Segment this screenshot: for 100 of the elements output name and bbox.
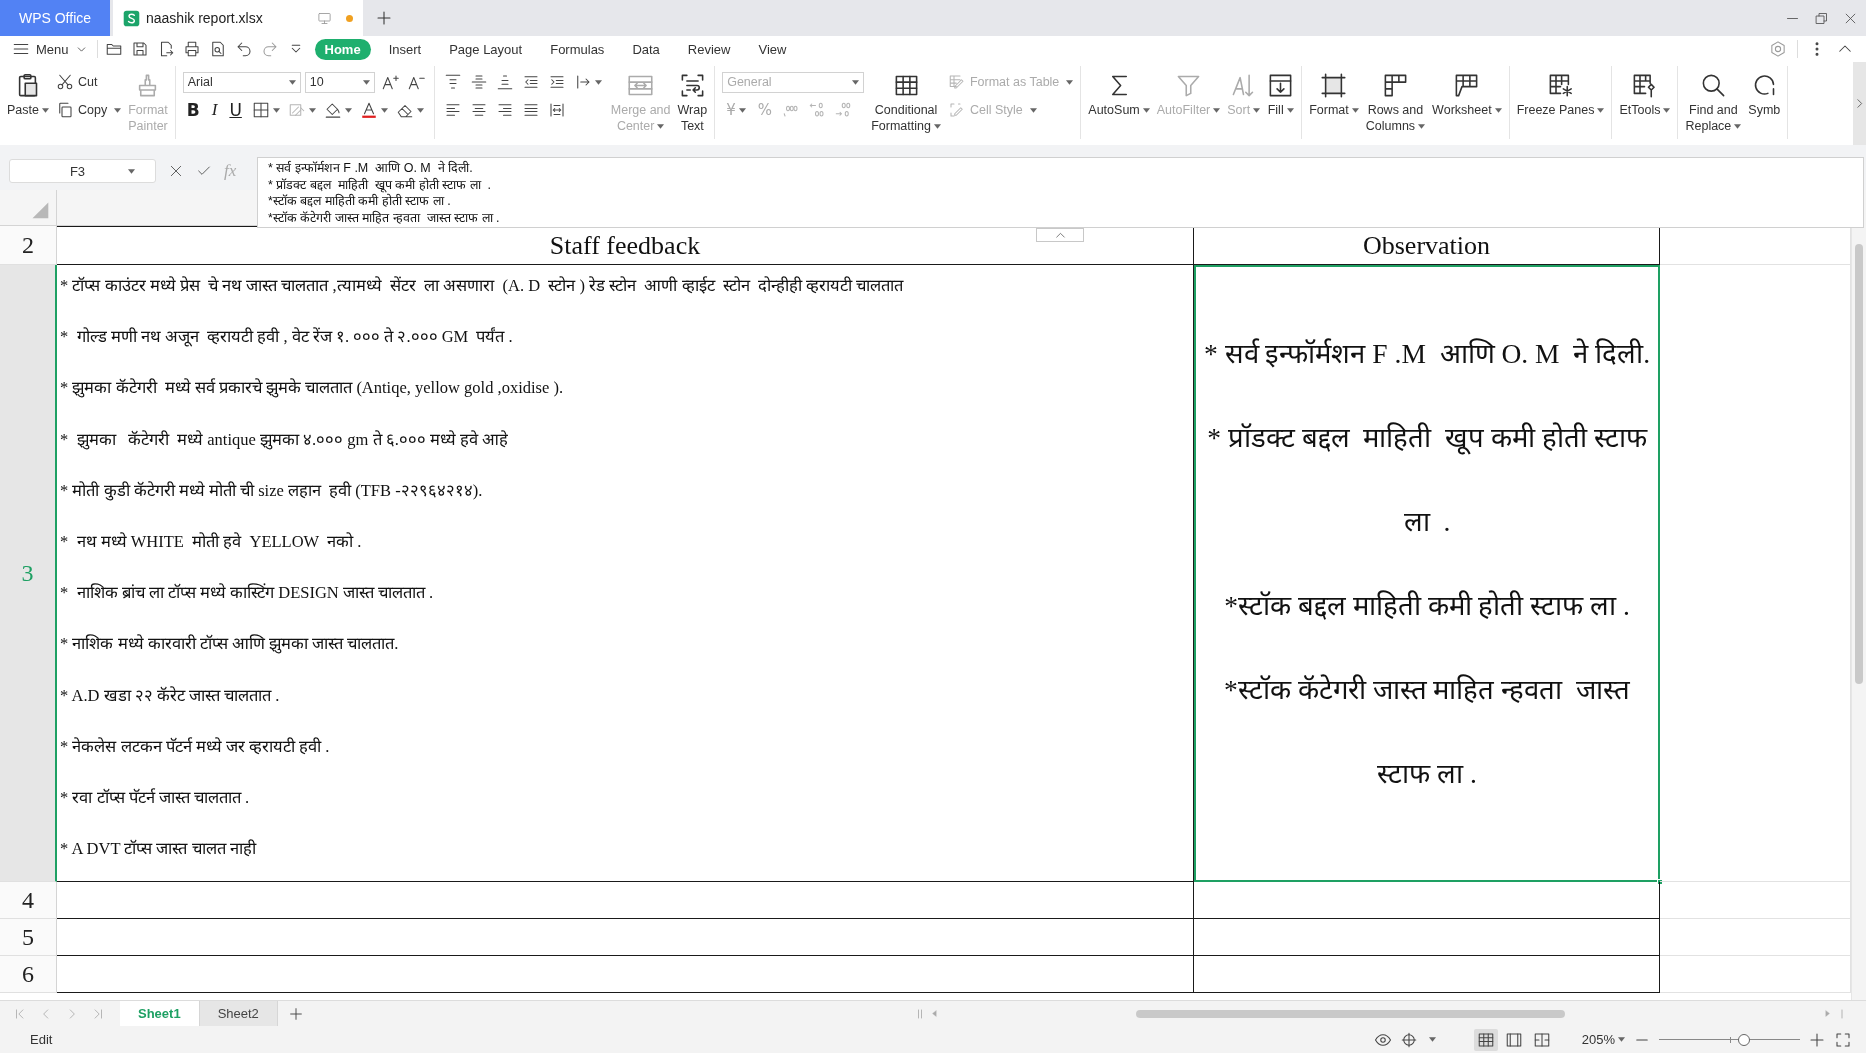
pattern-icon [287,101,306,119]
caret-icon [416,107,424,113]
cell-text-line: * नथ मध्ये WHITE मोती हवे YELLOW नको . [60,530,363,553]
table-cell[interactable]: * सर्व इन्फॉर्मशन F .M आणि O. M ने दिली. * प्रॉडक्ट बद्दल माहिती खूप कमी होती स्टाफ ला . *स्टॉक बद्दल माहिती कमी होती स्टाफ ला . *स्टॉक कॅटेगरी जास्त माहित न्हवता जास्त स्टाफ ला . [1194,265,1660,882]
caret-icon [1142,108,1150,114]
paint-bucket-icon [323,101,342,119]
align-right-icon [495,101,514,119]
table-cell[interactable] [1194,956,1660,993]
ribbon-tab[interactable]: Insert [378,38,432,60]
font-size-field[interactable]: 10 [304,71,375,93]
bold-button[interactable]: B [182,100,204,120]
scrollbar-thumb[interactable] [1855,244,1863,684]
vertical-scrollbar[interactable] [1851,190,1866,1000]
table-cell[interactable] [1194,882,1660,919]
row-header[interactable]: 4 [0,882,57,919]
cell-text-line: * A DVT टॉप्स जास्त चालत नाही [60,838,258,861]
cancel-icon[interactable] [168,163,184,179]
caret-icon [308,107,316,113]
scissors-icon [55,73,74,91]
symbol-button[interactable]: Symb [1748,66,1781,118]
italic-button[interactable]: I [207,100,222,120]
fill-handle-icon[interactable] [1657,879,1663,885]
format-button[interactable]: Format [1309,66,1359,118]
table-cell[interactable] [57,265,1194,882]
caret-icon [1418,124,1426,130]
cell-paragraph: * सर्व इन्फॉर्मशन F .M आणि O. M ने दिली. [1202,336,1652,371]
grid-view-icon [1476,1030,1495,1049]
ribbon-tab[interactable]: Data [622,38,670,60]
caret-icon [1351,108,1359,114]
table-cell[interactable]: Staff feedback [57,226,1194,265]
table-cell[interactable] [1194,919,1660,956]
copy-button[interactable]: Copy [55,101,122,119]
justify-icon [521,101,540,119]
font-name-field[interactable]: Arial [182,71,301,93]
cell-text-line: * नाशिक मध्ये कारवारी टॉप्स आणि झुमका जास्त चालतात. [60,633,400,656]
new-tab-icon[interactable] [375,9,393,27]
table-cell[interactable]: Observation [1194,226,1660,265]
border-grid-icon [251,101,270,119]
sheet-tab[interactable]: Sheet2 [199,1001,278,1026]
cell-text-line: * गोल्ड मणी नथ अजून व्हरायटी हवी , वेट रेंज १. ००० ते २.००० GM पर्यंत . [60,326,514,349]
cell-text-line: * टॉप्स काउंटर मध्ये प्रेस चे नथ जास्त चालतात ,त्यामध्ये सेंटर ला असणारा (A. D स्टोन ) रेड स्टोन आणी व्हाईट स्टोन दोन्हीही व्हरायटी चालतात [60,275,905,297]
document-tab[interactable]: naashik report.xlsx [113,0,363,36]
freeze-panes-button[interactable]: Freeze Panes [1516,66,1605,118]
cell-text-line: * मोती कुडी कॅटेगरी मध्ये मोती ची size लहान हवी (TFB -२२९६४२१४). [60,479,484,503]
font-increase-icon [380,73,399,91]
undo-icon[interactable] [234,40,253,58]
cell-paragraph: * प्रॉडक्ट बद्दल माहिती खूप कमी होती स्टाफ ला . [1206,420,1649,539]
ettools-button[interactable]: EtTools [1619,66,1671,118]
align-top-icon [443,73,462,91]
find-replace-button[interactable]: Find and Replace [1685,66,1742,134]
align-center-icon [469,101,488,119]
ribbon-tab[interactable]: Review [677,38,741,60]
row-header[interactable]: 6 [0,956,57,993]
table-cell[interactable] [57,882,1194,919]
conditional-formatting-button[interactable]: Conditional Formatting [871,66,941,134]
ribbon-tab[interactable]: Formulas [540,38,615,60]
table-cell[interactable] [57,956,1194,993]
indent-icon [547,73,566,91]
row-header[interactable]: 2 [0,226,57,265]
cut-button[interactable]: Cut [55,73,98,91]
paste-button[interactable]: Paste [7,66,49,118]
save-icon[interactable] [130,40,149,58]
fill-button[interactable]: Fill [1267,66,1295,118]
slider-thumb[interactable] [1737,1033,1750,1046]
row-header[interactable]: 5 [0,919,57,956]
rows-and-columns-button[interactable]: Rows and Columns [1365,66,1426,134]
distributed-icon [547,101,566,119]
spreadsheet-file-icon [123,9,140,27]
underline-button[interactable]: U [225,100,246,120]
fullscreen-icon[interactable] [1834,1030,1852,1049]
view-mode-button[interactable] [1473,1028,1498,1051]
menu-button[interactable]: Menu [12,40,88,58]
restore-icon[interactable] [1814,10,1829,26]
app-tab[interactable]: WPS Office [0,0,110,36]
wrap-text-button[interactable]: Wrap Text [677,66,708,134]
increase-decimal-icon [808,101,826,119]
print-icon[interactable] [182,40,201,58]
caret-icon [1066,79,1074,85]
ribbon-tab[interactable]: View [748,38,797,60]
table-cell[interactable] [57,919,1194,956]
autosum-button[interactable]: AutoSum [1088,66,1150,118]
cell-text-line: * रवा टॉप्स पॅटर्न जास्त चालतात . [60,786,251,809]
scrollbar-thumb[interactable] [1135,1009,1565,1018]
caret-icon [272,107,280,113]
zoom-level-dropdown[interactable]: 205% [1581,1032,1625,1047]
settings-icon[interactable] [1769,40,1787,58]
book-view-icon [1532,1030,1551,1049]
table-style-icon [947,73,966,91]
cell-text-line: * झुमका कॅटेगरी मध्ये antique झुमका ४.००० gm ते ६.००० मध्ये हवे आहे [60,428,510,452]
caret-icon [933,124,941,130]
caret-icon [114,107,122,113]
crosshair-icon[interactable] [1399,1030,1418,1049]
ribbon-tab[interactable]: Page Layout [439,38,533,60]
caret-icon [1428,1037,1436,1042]
caret-icon [1663,108,1671,114]
caret-icon [1494,108,1502,114]
name-box[interactable]: F3 [9,159,156,183]
formula-field[interactable]: * सर्व इन्फॉर्मशन F .M आणि O. M ने दिली. * प्रॉडक्ट बद्दल माहिती खूप कमी होती स्टाफ ला . *स्टॉक बद्दल माहिती कमी होती स्टाफ ला . *स्टॉक कॅटेगरी जास्त माहित न्हवता जास्त स्टाफ ला . [257,157,1864,228]
worksheet-button[interactable]: Worksheet [1432,66,1502,118]
caret-icon [380,107,388,113]
